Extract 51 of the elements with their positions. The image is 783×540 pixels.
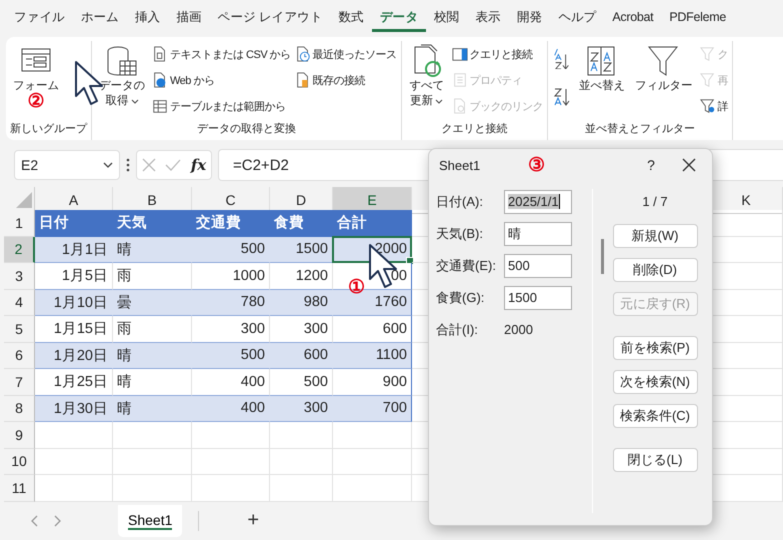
table-cell: 1200 xyxy=(270,263,333,290)
record-counter: 1 / 7 xyxy=(642,193,668,211)
table-cell: 1月1日 xyxy=(35,236,113,263)
group-label: 並べ替えとフィルター xyxy=(584,122,696,137)
table-cell: 900 xyxy=(333,369,412,396)
table-cell: 300 xyxy=(192,316,270,342)
field-label: 交通費(E): xyxy=(436,256,497,274)
table-cell: 1500 xyxy=(270,236,333,263)
field-label: 食費(G): xyxy=(436,288,486,306)
table-cell: 晴 xyxy=(113,396,192,422)
table-cell: 700 xyxy=(333,396,412,422)
table-cell: 500 xyxy=(192,342,270,369)
table-header-cell: 食費 xyxy=(270,210,333,236)
table-cell: 300 xyxy=(270,396,333,422)
step-marker: ③ xyxy=(528,154,546,177)
field-label: 天気(B): xyxy=(436,224,484,242)
table-cell: 300 xyxy=(270,316,333,342)
table-header-cell: 合計 xyxy=(333,210,412,236)
table-cell: 980 xyxy=(270,290,333,316)
field-label: 合計(I): xyxy=(436,320,479,338)
table-cell: 500 xyxy=(270,369,333,396)
table-cell: 1月25日 xyxy=(35,369,113,396)
table-cell: 1100 xyxy=(333,342,412,369)
table-cell: 1月10日 xyxy=(35,290,113,316)
table-cell: 1月5日 xyxy=(35,263,113,290)
table-cell: 500 xyxy=(192,236,270,263)
field-value: 2000 xyxy=(504,322,533,337)
table-header-cell: 交通費 xyxy=(192,210,270,236)
table-cell: 780 xyxy=(192,290,270,316)
table-cell: 400 xyxy=(192,396,270,422)
table-cell: 曇 xyxy=(113,290,192,316)
step-marker: ② xyxy=(28,92,44,112)
table-cell: 1月15日 xyxy=(35,316,113,342)
table-cell: 600 xyxy=(270,342,333,369)
table-cell: 晴 xyxy=(113,236,192,263)
group-label: 新しいグループ xyxy=(10,122,87,137)
table-cell: 1000 xyxy=(192,263,270,290)
table-cell: 雨 xyxy=(113,316,192,342)
table-cell: 1月20日 xyxy=(35,342,113,369)
group-label: データの取得と変換 xyxy=(196,122,297,137)
table-cell: 600 xyxy=(333,316,412,342)
table-header-cell: 日付 xyxy=(35,210,113,236)
field-label: 日付(A): xyxy=(436,192,484,210)
table-cell: 1月30日 xyxy=(35,396,113,422)
table-cell: 晴 xyxy=(113,369,192,396)
table-cell: 400 xyxy=(192,369,270,396)
table-header-cell: 天気 xyxy=(113,210,192,236)
dialog-title: Sheet1 xyxy=(439,158,480,172)
group-label: クエリと接続 xyxy=(440,122,508,137)
table-cell: 晴 xyxy=(113,342,192,369)
table-cell: 雨 xyxy=(113,263,192,290)
